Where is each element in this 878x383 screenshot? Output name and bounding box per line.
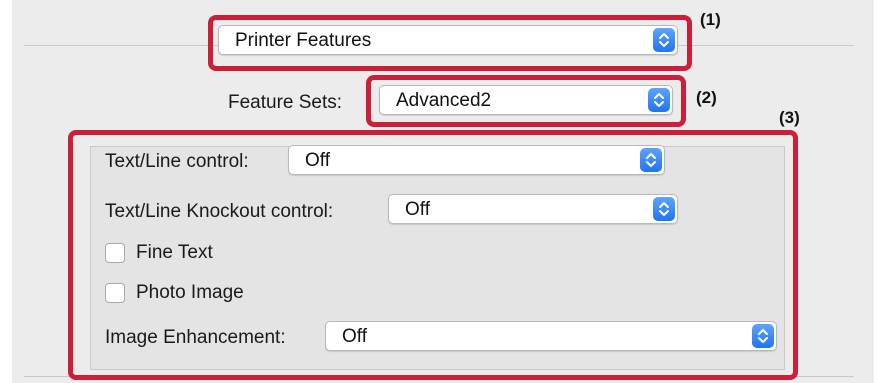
text-line-control-value: Off [305,150,330,171]
up-down-chevron-icon [640,148,662,172]
up-down-chevron-icon [653,197,675,221]
feature-sets-label: Feature Sets: [228,92,343,113]
fine-text-checkbox[interactable] [105,243,125,263]
fine-text-label: Fine Text [136,242,213,263]
text-line-knockout-label: Text/Line Knockout control: [105,201,334,222]
callout-2: (2) [696,88,717,107]
photo-image-option[interactable]: Photo Image [105,281,305,307]
callout-3: (3) [779,108,800,127]
fine-text-option[interactable]: Fine Text [105,241,305,267]
image-enhancement-value: Off [342,326,367,347]
photo-image-label: Photo Image [136,282,244,303]
text-line-knockout-value: Off [405,199,430,220]
callout-1: (1) [700,10,721,29]
photo-image-checkbox[interactable] [105,283,125,303]
text-line-control-label: Text/Line control: [105,151,249,172]
image-enhancement-popup[interactable]: Off [325,321,777,351]
image-enhancement-label: Image Enhancement: [105,327,286,348]
highlight-box-2 [366,75,686,127]
up-down-chevron-icon [752,324,774,348]
text-line-knockout-popup[interactable]: Off [388,194,678,224]
highlight-box-1 [208,15,692,71]
text-line-control-popup[interactable]: Off [288,145,665,175]
